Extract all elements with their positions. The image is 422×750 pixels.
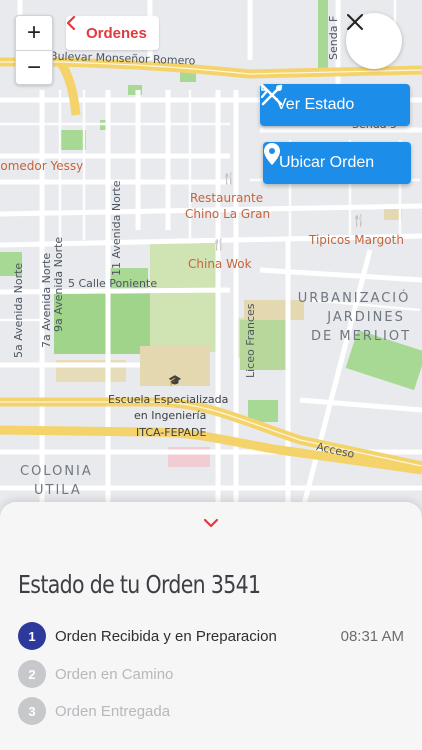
ver-estado-label: Ver Estado (276, 96, 355, 113)
back-label: Ordenes (86, 24, 147, 42)
restaurant-pin-icon: 🍴 (212, 238, 226, 251)
map-view[interactable]: Bulevar Monseñor Romero 5 Calle Poniente… (0, 0, 422, 520)
street-label-7-avenida: 7a Avenida Norte (40, 252, 53, 348)
step-number-badge: 3 (18, 697, 46, 725)
back-to-orders-button[interactable]: Ordenes (66, 16, 159, 50)
step-label: Orden en Camino (55, 665, 174, 683)
chevron-down-icon (203, 515, 219, 533)
restaurant-pin-icon: 🍴 (352, 214, 366, 227)
order-status-sheet: Estado de tu Orden 3541 1 Orden Recibida… (0, 502, 422, 750)
poi-tipicos-margoth[interactable]: Tipicos Margoth (309, 233, 404, 247)
poi-itca-l2[interactable]: en Ingeniería (134, 409, 206, 422)
district-urbanizacion-l1: URBANIZACIÓ (297, 291, 411, 306)
street-label-liceo-frances: Liceo Frances (244, 303, 257, 378)
status-step-2: 2 Orden en Camino (18, 659, 408, 689)
poi-chino-la-gran-l2[interactable]: Chino La Gran (185, 207, 270, 221)
step-label: Orden Entregada (55, 702, 171, 720)
district-urbanizacion-l3: DE MERLIOT (311, 329, 412, 344)
district-urbanizacion-l2: JARDINES (327, 310, 405, 325)
street-label-5-calle: 5 Calle Poniente (68, 277, 158, 290)
zoom-in-button[interactable]: + (16, 16, 52, 50)
district-colonia-l1: COLONIA (20, 464, 93, 479)
district-urbanizacion: URBANIZACIÓ JARDINES DE MERLIOT (297, 289, 411, 346)
step-label: Orden Recibida y en Preparacion (55, 627, 277, 645)
step-number-badge: 2 (18, 660, 46, 688)
status-step-3: 3 Orden Entregada (18, 696, 408, 726)
district-colonia-utila: COLONIA UTILA (20, 462, 93, 500)
district-colonia-l2: UTILA (34, 483, 82, 498)
ver-estado-button[interactable]: Ver Estado (260, 84, 410, 126)
step-number-badge: 1 (18, 622, 46, 650)
order-tracking-screen: Bulevar Monseñor Romero 5 Calle Poniente… (0, 0, 422, 750)
ubicar-orden-label: Ubicar Orden (279, 154, 375, 171)
street-label-11-avenida: 11 Avenida Norte (110, 180, 123, 276)
poi-itca-l1[interactable]: Escuela Especializada (108, 393, 228, 406)
close-button[interactable] (346, 13, 402, 69)
status-step-1: 1 Orden Recibida y en Preparacion 08:31 … (18, 621, 408, 651)
restaurant-pin-icon: 🍴 (222, 172, 236, 185)
zoom-control: + − (15, 15, 53, 85)
street-label-senda-top: Senda F (327, 15, 340, 60)
poi-comedor-yessy[interactable]: Comedor Yessy (0, 159, 83, 173)
school-pin-icon: 🎓 (168, 374, 182, 387)
poi-chino-la-gran-l1[interactable]: Restaurante (190, 191, 263, 205)
poi-itca-l3[interactable]: ITCA-FEPADE (136, 426, 206, 439)
step-time: 08:31 AM (340, 627, 404, 645)
ubicar-orden-button[interactable]: Ubicar Orden (263, 142, 411, 184)
street-label-9-avenida: 9a Avenida Norte (52, 236, 65, 332)
poi-china-wok[interactable]: China Wok (188, 257, 252, 271)
zoom-out-button[interactable]: − (16, 50, 52, 85)
collapse-sheet-button[interactable] (199, 512, 223, 536)
street-label-5-avenida: 5a Avenida Norte (12, 262, 25, 358)
order-status-title: Estado de tu Orden 3541 (18, 570, 261, 599)
